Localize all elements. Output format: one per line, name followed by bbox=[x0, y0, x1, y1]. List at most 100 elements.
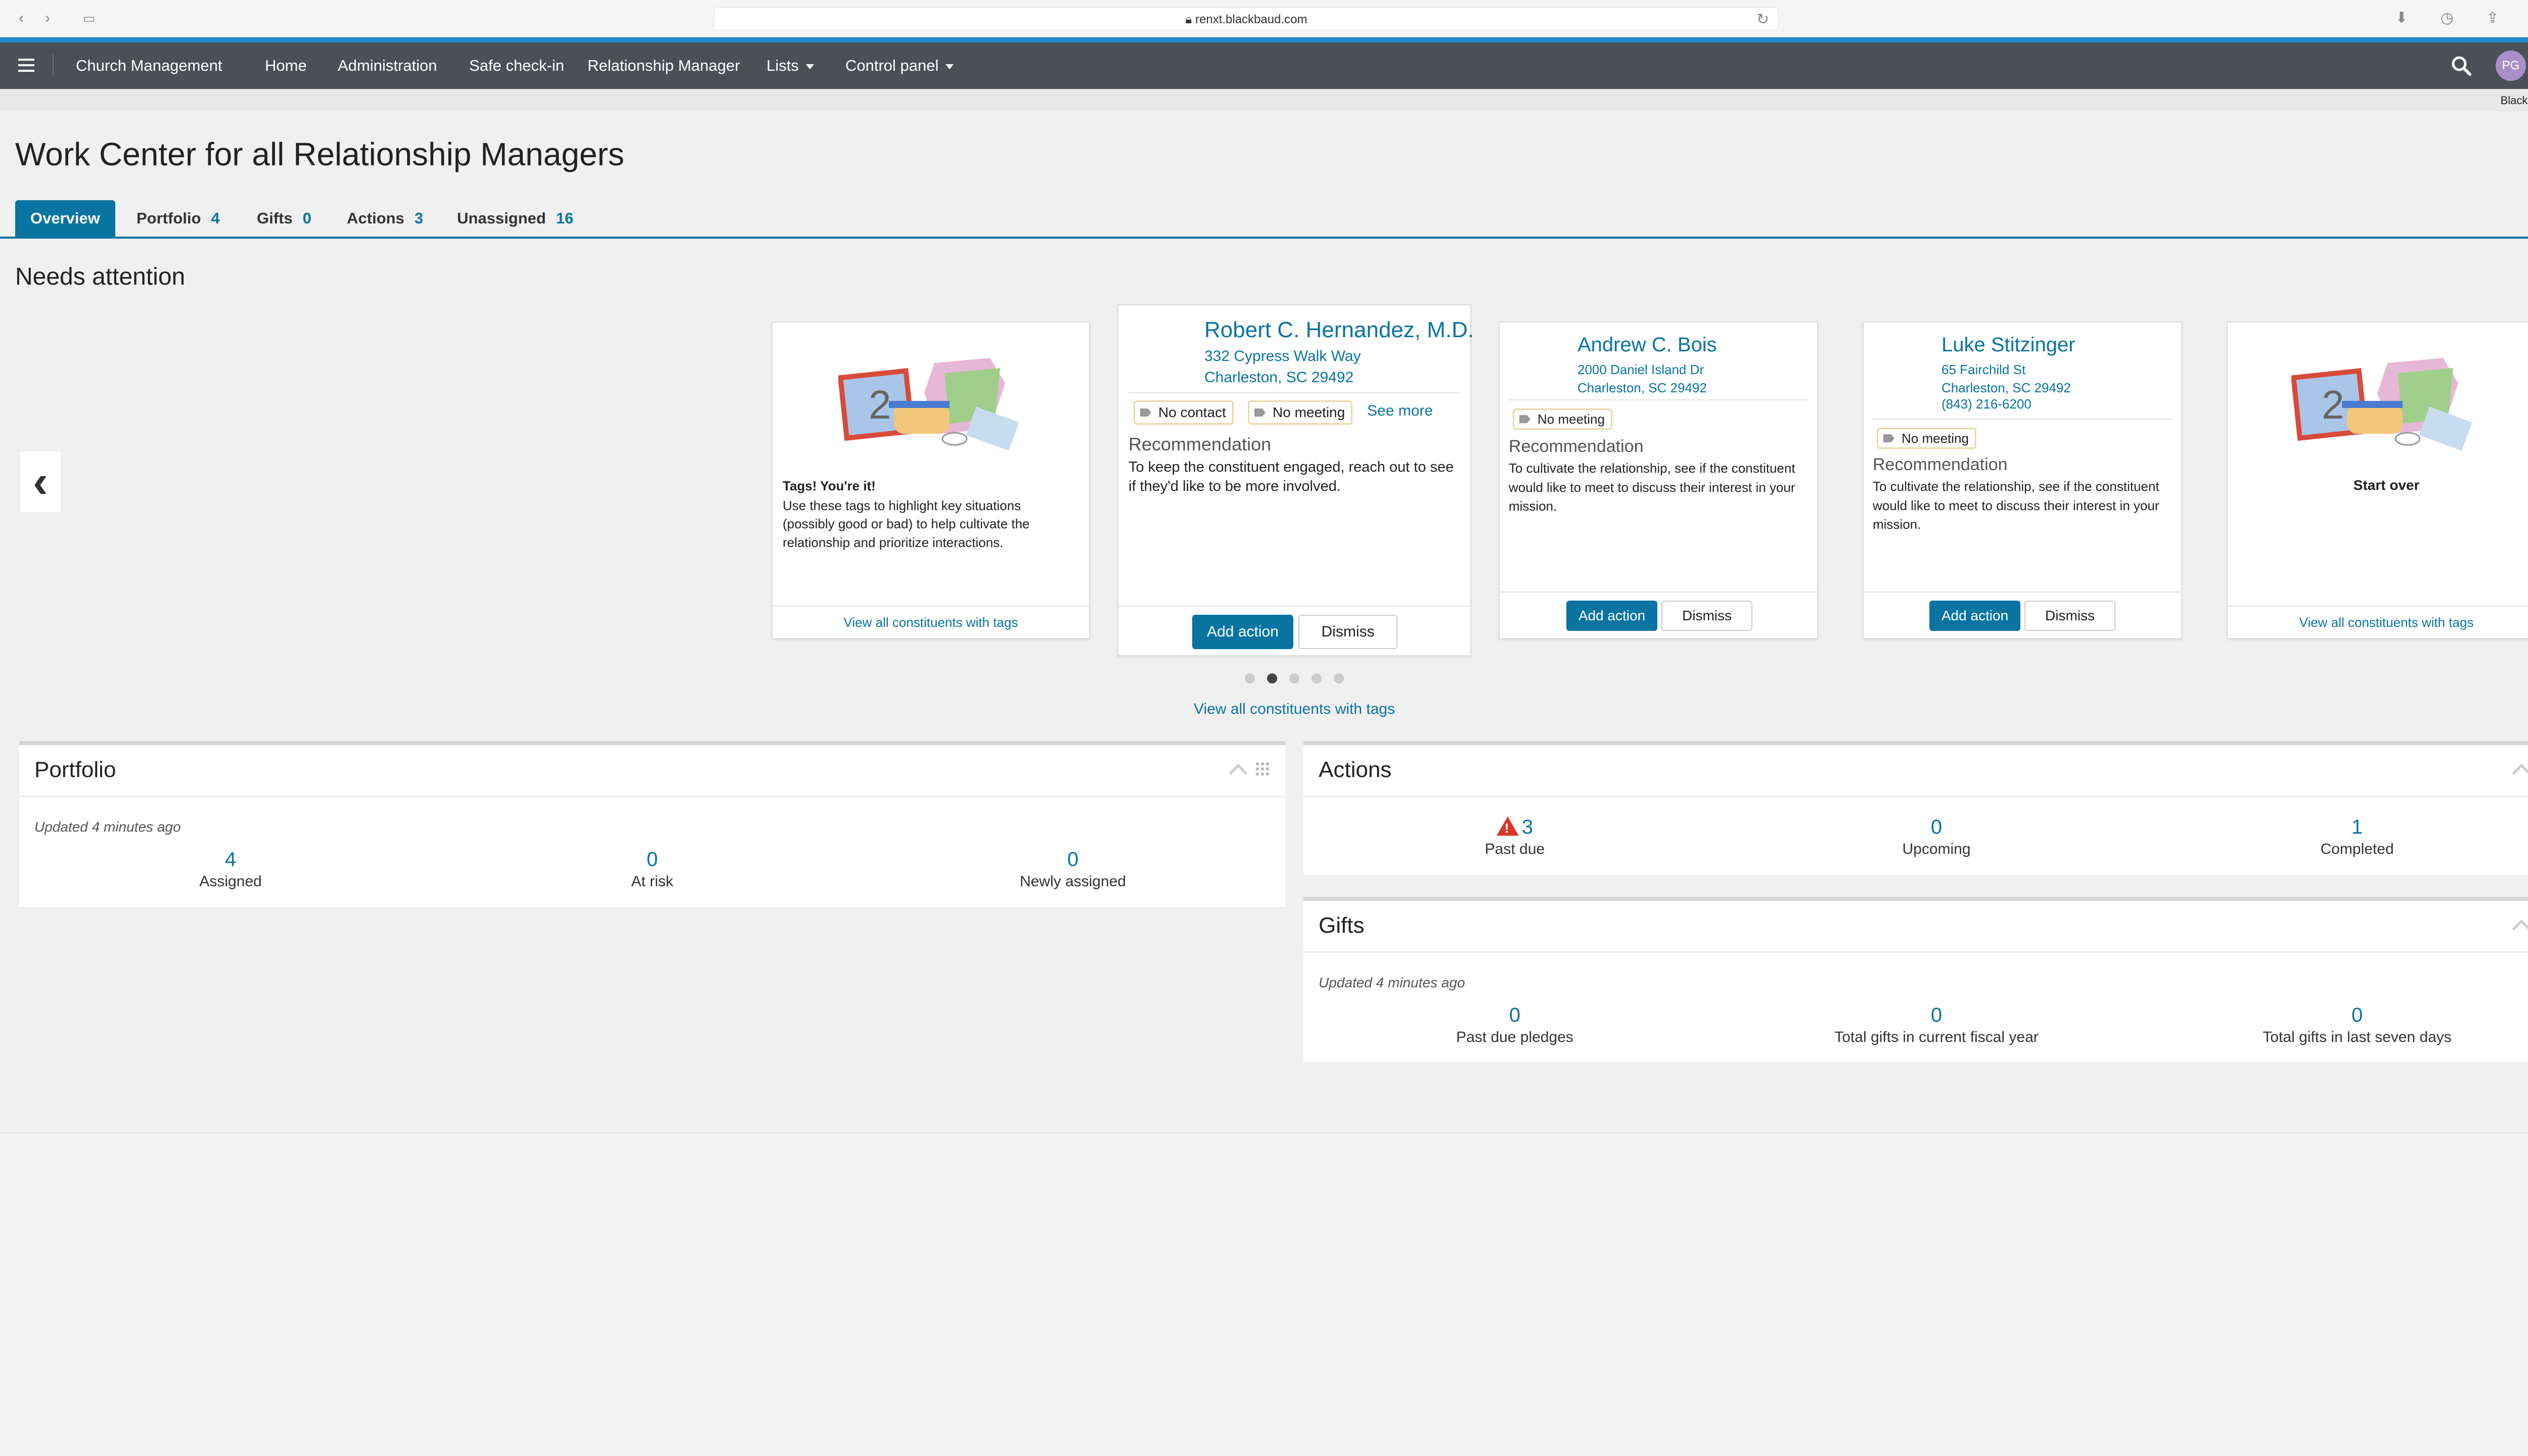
constituent-name[interactable]: Andrew C. Bois bbox=[1577, 334, 1717, 356]
updated-timestamp: Updated 4 minutes ago bbox=[34, 819, 181, 835]
tag-badge[interactable]: No meeting bbox=[1248, 400, 1353, 425]
tag-badge[interactable]: No meeting bbox=[1513, 408, 1612, 430]
stat-value: 0 bbox=[2351, 1004, 2363, 1026]
tag-label: No contact bbox=[1158, 404, 1226, 420]
tile-title: Gifts bbox=[1319, 913, 1365, 938]
view-all-tags-link[interactable]: View all constituents with tags bbox=[0, 701, 2528, 718]
carousel-dot[interactable] bbox=[1312, 673, 1322, 684]
collapse-icon[interactable] bbox=[2512, 763, 2528, 783]
back-icon[interactable]: ‹ bbox=[11, 9, 31, 27]
stat-upcoming[interactable]: 0 Upcoming bbox=[1785, 816, 2088, 858]
view-all-tags-link[interactable]: View all constituents with tags bbox=[2228, 615, 2528, 630]
forward-icon[interactable]: › bbox=[37, 9, 58, 27]
add-action-button[interactable]: Add action bbox=[1566, 601, 1657, 631]
add-action-button[interactable]: Add action bbox=[1192, 615, 1293, 649]
tab-gifts[interactable]: Gifts 0 bbox=[242, 200, 327, 237]
stat-assigned[interactable]: 4 Assigned bbox=[79, 848, 382, 890]
share-icon[interactable]: ⇪ bbox=[2482, 9, 2503, 27]
carousel-prev-button[interactable]: ‹ bbox=[20, 451, 61, 512]
url-text: renxt.blackbaud.com bbox=[1195, 13, 1307, 26]
dismiss-button[interactable]: Dismiss bbox=[1298, 615, 1397, 649]
carousel-dot-active[interactable] bbox=[1267, 673, 1277, 684]
tab-unassigned[interactable]: Unassigned 16 bbox=[442, 200, 589, 237]
tag-badge[interactable]: No contact bbox=[1134, 400, 1234, 425]
address-bar[interactable]: 🔒︎ renxt.blackbaud.com ↻ bbox=[714, 7, 1779, 30]
stat-label: At risk bbox=[631, 873, 673, 890]
stat-newly-assigned[interactable]: 0 Newly assigned bbox=[921, 848, 1225, 890]
reload-icon[interactable]: ↻ bbox=[1756, 11, 1769, 28]
browser-progress-bar bbox=[0, 37, 2528, 42]
constituent-card: Andrew C. Bois 2000 Daniel Island Dr Cha… bbox=[1499, 322, 1818, 639]
stat-at-risk[interactable]: 0 At risk bbox=[501, 848, 804, 890]
tab-label: Portfolio bbox=[137, 209, 201, 227]
stat-label: Completed bbox=[2320, 841, 2394, 857]
nav-home[interactable]: Home bbox=[265, 57, 307, 75]
intro-card-text: Use these tags to highlight key situatio… bbox=[783, 498, 1030, 550]
start-over-button[interactable]: Start over bbox=[2228, 477, 2528, 493]
nav-administration[interactable]: Administration bbox=[338, 57, 437, 75]
card-divider bbox=[773, 606, 1089, 607]
tab-count: 3 bbox=[414, 209, 423, 227]
tag-badge[interactable]: No meeting bbox=[1877, 428, 1976, 449]
tab-portfolio[interactable]: Portfolio 4 bbox=[121, 200, 235, 237]
download-icon[interactable]: ⬇ bbox=[2391, 9, 2412, 27]
tile-divider bbox=[19, 796, 1285, 797]
collapse-icon[interactable] bbox=[1229, 763, 1248, 783]
org-bar: Blackbaud, Inc. bbox=[0, 89, 2528, 111]
carousel-dot[interactable] bbox=[1245, 673, 1255, 684]
constituent-card: Robert C. Hernandez, M.D. 332 Cypress Wa… bbox=[1117, 304, 1474, 656]
address-line: Charleston, SC 29492 bbox=[1577, 380, 1707, 395]
nav-control-panel[interactable]: Control panel bbox=[845, 57, 954, 75]
dismiss-button[interactable]: Dismiss bbox=[2024, 601, 2115, 631]
card-divider bbox=[1864, 592, 2181, 593]
tag-label: No meeting bbox=[1273, 404, 1345, 420]
svg-text:2: 2 bbox=[869, 382, 891, 427]
add-action-button[interactable]: Add action bbox=[1929, 601, 2020, 631]
view-all-tags-link[interactable]: View all constituents with tags bbox=[773, 615, 1089, 630]
tile-title: Portfolio bbox=[34, 757, 116, 782]
collapse-icon[interactable] bbox=[2512, 919, 2528, 938]
recommendation-heading: Recommendation bbox=[1128, 434, 1272, 454]
sidebar-toggle-icon[interactable]: ▭ bbox=[79, 9, 99, 27]
tab-overview[interactable]: Overview bbox=[15, 200, 115, 237]
carousel-dot[interactable] bbox=[1289, 673, 1299, 684]
phone-number[interactable]: (843) 216-6200 bbox=[1942, 396, 2032, 412]
carousel-dot[interactable] bbox=[1334, 673, 1344, 684]
nav-brand[interactable]: Church Management bbox=[76, 57, 222, 75]
dismiss-button[interactable]: Dismiss bbox=[1661, 601, 1752, 631]
stat-label: Upcoming bbox=[1902, 841, 1971, 857]
nav-relationship-manager[interactable]: Relationship Manager bbox=[588, 57, 740, 75]
svg-text:2: 2 bbox=[2322, 382, 2344, 427]
stat-value: 0 bbox=[1509, 1004, 1521, 1026]
page-footer-area bbox=[0, 1132, 2528, 1456]
card-divider bbox=[1508, 399, 1809, 400]
drag-handle-icon[interactable] bbox=[1255, 761, 1270, 777]
search-icon[interactable] bbox=[2450, 55, 2472, 77]
see-more-link[interactable]: See more bbox=[1367, 402, 1433, 420]
menu-icon[interactable] bbox=[18, 59, 34, 72]
stat-past-due[interactable]: 3 Past due bbox=[1363, 816, 1666, 858]
needs-attention-heading: Needs attention bbox=[15, 263, 186, 290]
tags-illustration: 2 bbox=[2291, 358, 2472, 451]
intro-card-heading: Tags! You're it! bbox=[783, 478, 876, 493]
stat-label: Assigned bbox=[199, 873, 262, 890]
card-divider bbox=[1118, 606, 1470, 607]
warning-icon bbox=[1496, 816, 1519, 836]
history-icon[interactable]: ◷ bbox=[2437, 9, 2457, 27]
avatar[interactable]: PG bbox=[2496, 51, 2526, 81]
nav-lists[interactable]: Lists bbox=[766, 57, 814, 75]
stat-total-gifts-seven-days[interactable]: 0 Total gifts in last seven days bbox=[2205, 1004, 2509, 1046]
constituent-name[interactable]: Robert C. Hernandez, M.D. bbox=[1204, 317, 1474, 343]
stat-completed[interactable]: 1 Completed bbox=[2205, 816, 2509, 858]
nav-control-panel-label: Control panel bbox=[845, 57, 939, 74]
address-line: 65 Fairchild St bbox=[1942, 362, 2026, 377]
org-name: Blackbaud, Inc. bbox=[2500, 94, 2528, 107]
tile-title: Actions bbox=[1319, 757, 1392, 782]
nav-safe-check-in[interactable]: Safe check-in bbox=[469, 57, 564, 75]
browser-toolbar: ‹ › ▭ 🔒︎ renxt.blackbaud.com ↻ ⬇ ◷ ⇪ ⧉ + bbox=[0, 0, 2528, 37]
stat-past-due-pledges[interactable]: 0 Past due pledges bbox=[1363, 1004, 1666, 1046]
constituent-name[interactable]: Luke Stitzinger bbox=[1942, 334, 2075, 356]
address-line: Charleston, SC 29492 bbox=[1942, 380, 2071, 395]
tab-actions[interactable]: Actions 3 bbox=[332, 200, 438, 237]
stat-total-gifts-fiscal-year[interactable]: 0 Total gifts in current fiscal year bbox=[1785, 1004, 2088, 1046]
